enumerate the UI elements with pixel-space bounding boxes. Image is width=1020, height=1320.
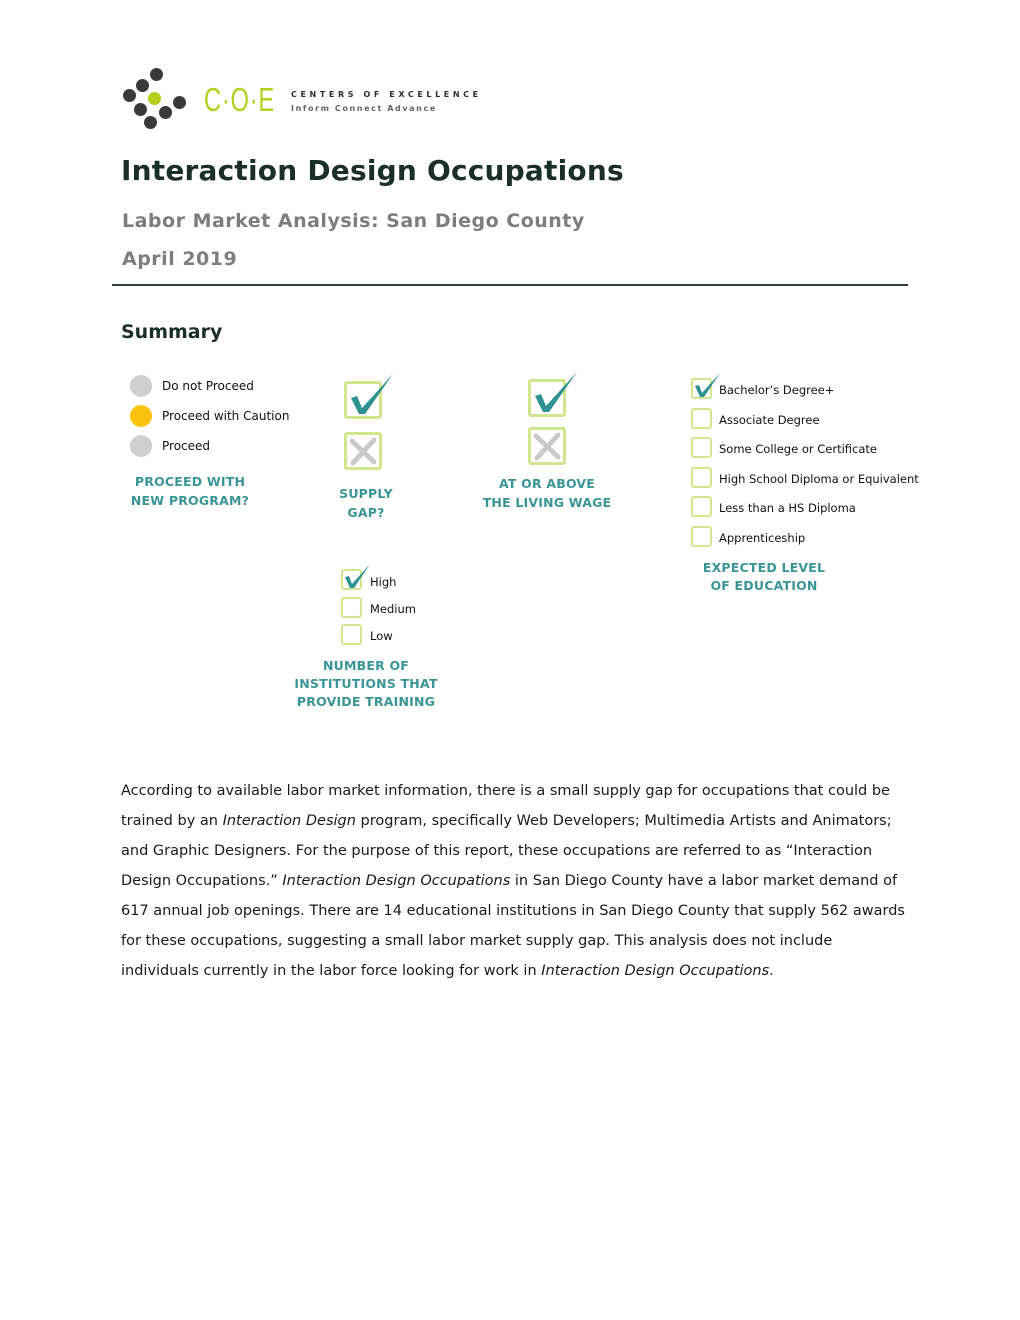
legend-proceed-with-caution: Proceed with Caution — [130, 405, 289, 427]
education-high-school-checkbox — [691, 467, 712, 488]
education-apprenticeship-checkbox — [691, 526, 712, 547]
logo-dot — [134, 103, 147, 116]
education-associate-checkbox — [691, 408, 712, 429]
institutions-caption: NUMBER OF INSTITUTIONS THAT PROVIDE TRAI… — [286, 657, 446, 711]
caption-line: AT OR ABOVE — [498, 476, 596, 491]
proceed-caption: PROCEED WITH NEW PROGRAM? — [120, 472, 260, 510]
logo-tagline-primary: CENTERS OF EXCELLENCE — [291, 90, 482, 99]
checkmark-icon — [535, 372, 577, 412]
coe-logo-mark — [122, 66, 192, 132]
summary-heading: Summary — [121, 321, 223, 343]
institutions-medium-checkbox — [341, 597, 362, 618]
legend-label: Proceed with Caution — [162, 409, 290, 423]
logo-tagline-secondary: Inform Connect Advance — [291, 104, 437, 113]
education-option-label: High School Diploma or Equivalent — [719, 472, 919, 486]
education-option-label: Apprenticeship — [719, 531, 806, 545]
institutions-low-checkbox — [341, 624, 362, 645]
header-divider — [112, 284, 908, 286]
logo-dot-green — [148, 92, 161, 105]
page-subtitle: Labor Market Analysis: San Diego County — [122, 210, 585, 232]
institutions-high-checkbox — [341, 564, 370, 590]
status-circle-gray — [130, 375, 152, 397]
living-wage-yes-checkbox — [528, 372, 577, 417]
caption-line: THE LIVING WAGE — [482, 495, 612, 510]
logo-dot — [150, 68, 163, 81]
living-wage-no-checkbox — [528, 427, 566, 465]
logo-dot — [144, 116, 157, 129]
institutions-option-label: High — [370, 575, 397, 589]
legend-proceed: Proceed — [130, 435, 210, 457]
living-wage-caption: AT OR ABOVE THE LIVING WAGE — [472, 474, 622, 512]
cross-icon — [533, 432, 561, 461]
supply-gap-no-checkbox — [344, 432, 382, 470]
caption-line: OF EDUCATION — [710, 578, 818, 593]
paragraph-text: . — [769, 963, 774, 979]
caption-line: GAP? — [347, 505, 385, 520]
paragraph-emphasis: Interaction Design Occupations — [541, 963, 770, 979]
supply-gap-yes-checkbox — [344, 374, 393, 419]
education-option-label: Some College or Certificate — [719, 442, 877, 456]
checkmark-icon — [351, 374, 393, 414]
education-caption: EXPECTED LEVEL OF EDUCATION — [684, 559, 844, 595]
education-bachelors-checkbox — [691, 373, 720, 399]
education-some-college-checkbox — [691, 437, 712, 458]
cross-icon — [349, 437, 377, 466]
caption-line: PROVIDE TRAINING — [296, 694, 436, 709]
legend-label: Proceed — [162, 439, 211, 453]
page-title: Interaction Design Occupations — [121, 154, 624, 187]
logo-dot — [123, 89, 136, 102]
paragraph-emphasis: Interaction Design Occupations — [282, 873, 511, 889]
logo-dot — [173, 96, 186, 109]
caption-line: INSTITUTIONS THAT — [294, 676, 438, 691]
logo-wordmark: C·O·E — [204, 81, 275, 118]
status-circle-gray — [130, 435, 152, 457]
education-option-label: Less than a HS Diploma — [719, 501, 856, 515]
caption-line: NEW PROGRAM? — [130, 493, 250, 508]
institutions-option-label: Medium — [370, 602, 416, 616]
checkmark-icon — [345, 564, 370, 588]
legend-do-not-proceed: Do not Proceed — [130, 375, 254, 397]
education-option-label: Associate Degree — [719, 413, 820, 427]
paragraph-emphasis: Interaction Design — [222, 813, 356, 829]
status-circle-yellow — [130, 405, 152, 427]
education-less-than-hs-checkbox — [691, 496, 712, 517]
caption-line: PROCEED WITH — [134, 474, 246, 489]
institutions-option-label: Low — [370, 629, 393, 643]
report-date: April 2019 — [122, 248, 238, 270]
caption-line: NUMBER OF — [322, 658, 410, 673]
logo-dot — [136, 79, 149, 92]
summary-paragraph: According to available labor market info… — [121, 776, 911, 986]
caption-line: EXPECTED LEVEL — [702, 560, 826, 575]
checkmark-icon — [695, 373, 720, 397]
supply-gap-caption: SUPPLY GAP? — [316, 484, 416, 522]
education-option-label: Bachelor’s Degree+ — [719, 383, 835, 397]
legend-label: Do not Proceed — [162, 379, 254, 393]
logo-dot — [159, 106, 172, 119]
caption-line: SUPPLY — [339, 486, 393, 501]
